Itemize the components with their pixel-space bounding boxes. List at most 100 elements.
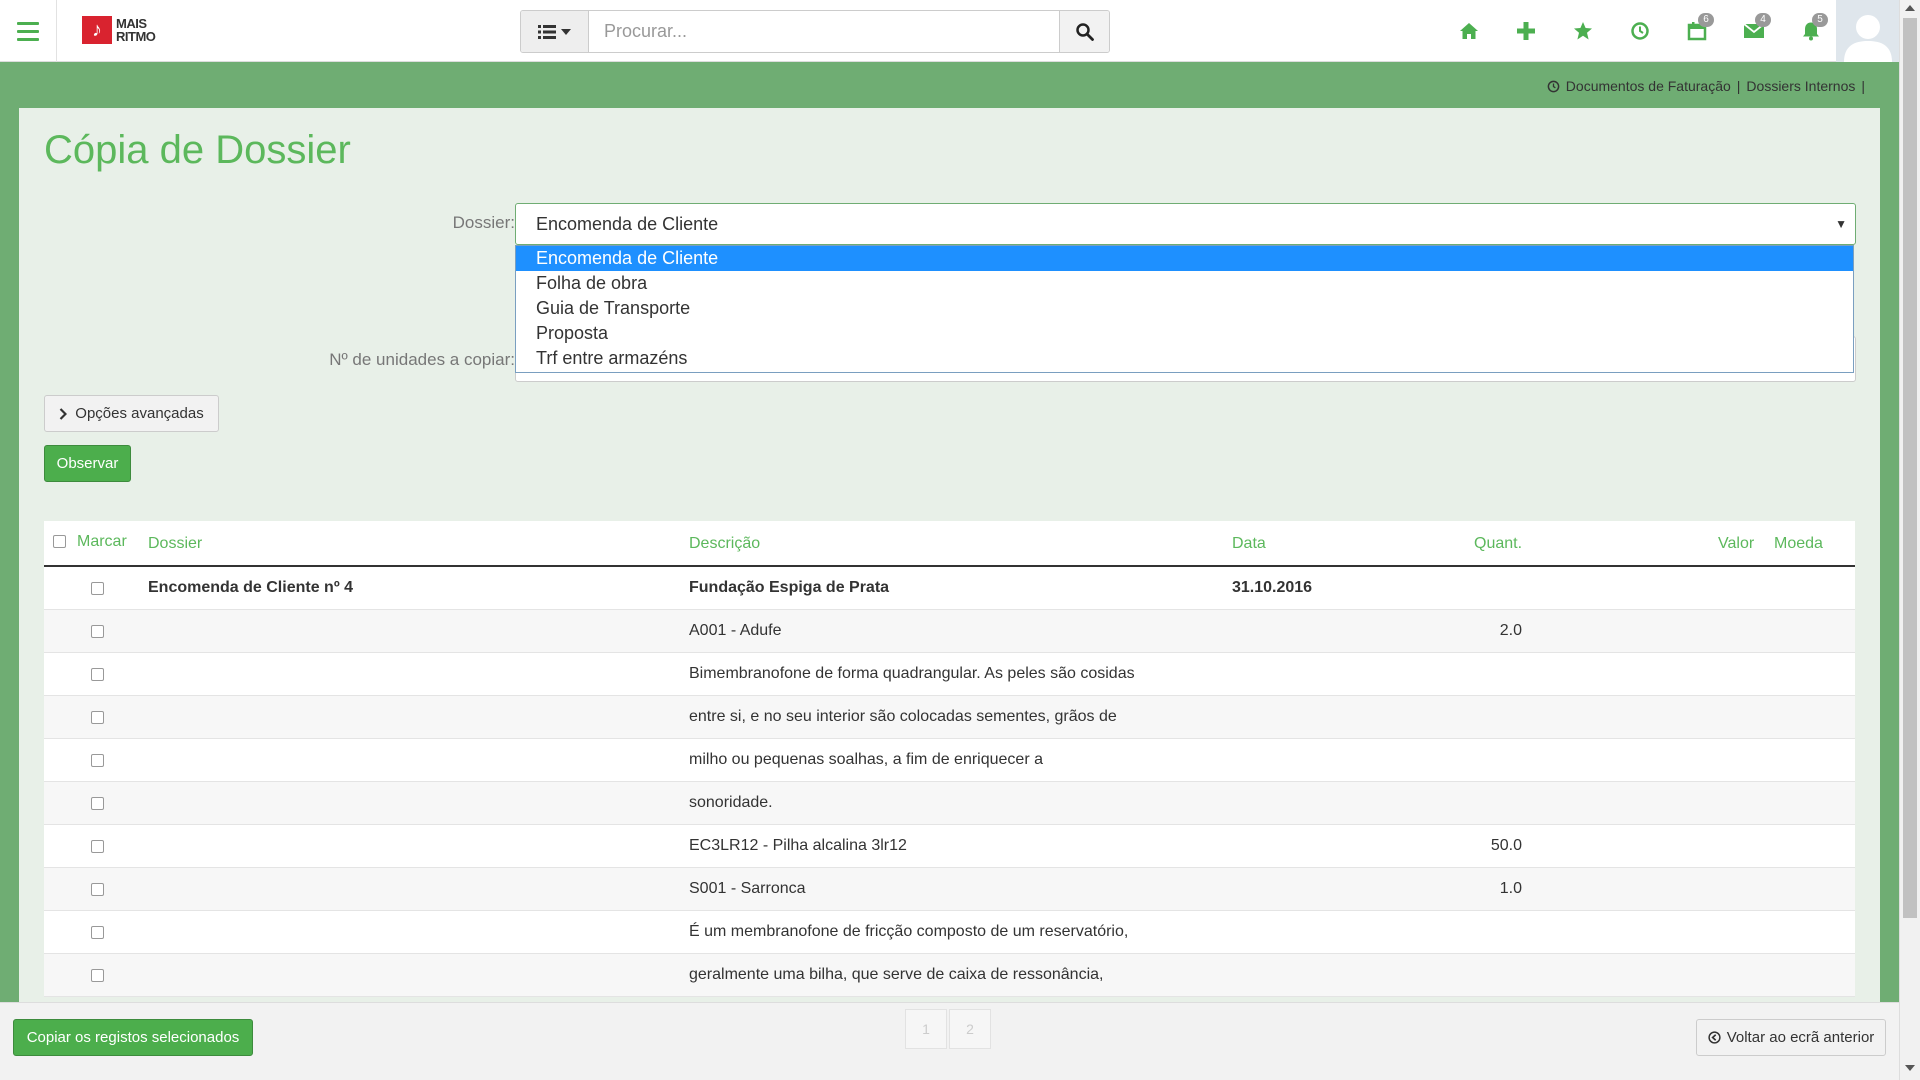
select-all-checkbox[interactable] <box>53 535 66 548</box>
scrollbar-thumb[interactable] <box>1903 18 1917 918</box>
table-row[interactable]: sonoridade. <box>44 782 1855 825</box>
table-row[interactable]: Bimembranofone de forma quadrangular. As… <box>44 653 1855 696</box>
footer-bar: Copiar os registos selecionados 1 2 Volt… <box>0 1002 1899 1080</box>
search-type-dropdown[interactable] <box>521 11 589 52</box>
row-checkbox[interactable] <box>91 711 104 724</box>
cell-date: 31.10.2016 <box>1232 579 1313 596</box>
header-value[interactable]: Valor <box>1718 535 1754 553</box>
scroll-up-arrow-icon[interactable] <box>1905 5 1915 11</box>
row-checkbox[interactable] <box>91 797 104 810</box>
home-icon[interactable] <box>1440 0 1497 62</box>
table-row[interactable]: Encomenda de Cliente nº 4 Fundação Espig… <box>44 567 1855 610</box>
search-input[interactable] <box>589 11 1059 52</box>
caret-down-icon <box>561 28 571 35</box>
dropdown-option-proposta[interactable]: Proposta <box>516 321 1853 346</box>
logo[interactable]: ♪ MAIS RITMO <box>82 16 156 44</box>
mail-badge: 4 <box>1755 13 1771 27</box>
page-2-button[interactable]: 2 <box>949 1009 991 1049</box>
breadcrumb-item-faturacao[interactable]: Documentos de Faturação <box>1566 78 1731 94</box>
chevron-right-icon <box>60 407 68 420</box>
page-title: Cópia de Dossier <box>44 128 351 172</box>
search-icon <box>1075 22 1094 41</box>
search-bar <box>520 10 1110 53</box>
table-header: Marcar Dossier Descrição Data Quant. Val… <box>44 521 1855 567</box>
plus-icon[interactable] <box>1497 0 1554 62</box>
cell-description: geralmente uma bilha, que serve de caixa… <box>689 966 1104 983</box>
clock-icon[interactable] <box>1611 0 1668 62</box>
cell-description: S001 - Sarronca <box>689 880 806 897</box>
row-checkbox[interactable] <box>91 668 104 681</box>
bell-icon[interactable]: 5 <box>1782 0 1839 62</box>
scroll-down-arrow-icon[interactable] <box>1905 1065 1915 1071</box>
page-1-button[interactable]: 1 <box>905 1009 947 1049</box>
header-date[interactable]: Data <box>1232 535 1266 553</box>
breadcrumb-separator: | <box>1861 78 1865 94</box>
cell-dossier: Encomenda de Cliente nº 4 <box>148 579 353 596</box>
dropdown-option-guia-transporte[interactable]: Guia de Transporte <box>516 296 1853 321</box>
row-checkbox[interactable] <box>91 582 104 595</box>
cell-description: sonoridade. <box>689 794 773 811</box>
calendar-icon[interactable]: 6 <box>1668 0 1725 62</box>
bell-badge: 5 <box>1812 13 1828 27</box>
cell-qty: 2.0 <box>1499 622 1522 639</box>
cell-description: entre si, e no seu interior são colocada… <box>689 708 1117 725</box>
table-row[interactable]: A001 - Adufe 2.0 <box>44 610 1855 653</box>
row-checkbox[interactable] <box>91 840 104 853</box>
table-row[interactable]: S001 - Sarronca 1.0 <box>44 868 1855 911</box>
row-checkbox[interactable] <box>91 883 104 896</box>
star-icon[interactable] <box>1554 0 1611 62</box>
breadcrumb-item-dossiers[interactable]: Dossiers Internos <box>1746 78 1855 94</box>
caret-down-icon: ▼ <box>1835 217 1847 231</box>
results-table: Marcar Dossier Descrição Data Quant. Val… <box>44 521 1855 997</box>
qty-label: Nº de unidades a copiar: <box>329 350 515 369</box>
back-button-label: Voltar ao ecrã anterior <box>1726 1029 1875 1046</box>
copy-selected-button[interactable]: Copiar os registos selecionados <box>13 1019 253 1056</box>
breadcrumb-separator: | <box>1736 78 1741 94</box>
nav-icons: 6 4 5 <box>1440 0 1839 62</box>
list-icon <box>538 24 556 39</box>
row-checkbox[interactable] <box>91 969 104 982</box>
header-description[interactable]: Descrição <box>689 535 760 553</box>
table-row[interactable]: EC3LR12 - Pilha alcalina 3lr12 50.0 <box>44 825 1855 868</box>
mail-icon[interactable]: 4 <box>1725 0 1782 62</box>
scrollbar[interactable] <box>1899 0 1920 1080</box>
advanced-options-label: Opções avançadas <box>75 405 204 422</box>
cell-description: A001 - Adufe <box>689 622 782 639</box>
row-checkbox[interactable] <box>91 754 104 767</box>
cell-description: Fundação Espiga de Prata <box>689 579 890 596</box>
breadcrumb: Documentos de Faturação | Dossiers Inter… <box>1547 78 1865 94</box>
table-row[interactable]: geralmente uma bilha, que serve de caixa… <box>44 954 1855 997</box>
main-panel: Cópia de Dossier Dossier: Encomenda de C… <box>19 108 1880 1080</box>
header-mark[interactable]: Marcar <box>77 533 127 551</box>
dossier-label: Dossier: <box>452 213 515 232</box>
avatar[interactable] <box>1836 0 1899 62</box>
top-bar: ♪ MAIS RITMO 6 <box>0 0 1899 62</box>
pagination: 1 2 <box>905 1009 991 1049</box>
dossier-select[interactable]: Encomenda de Cliente ▼ <box>515 203 1856 245</box>
back-circle-icon <box>1708 1031 1721 1044</box>
dropdown-option-encomenda[interactable]: Encomenda de Cliente <box>516 246 1853 271</box>
advanced-options-button[interactable]: Opções avançadas <box>44 395 219 432</box>
table-row[interactable]: É um membranofone de fricção composto de… <box>44 911 1855 954</box>
row-checkbox[interactable] <box>91 625 104 638</box>
cell-description: É um membranofone de fricção composto de… <box>689 923 1129 940</box>
search-button[interactable] <box>1059 11 1109 52</box>
cell-description: Bimembranofone de forma quadrangular. As… <box>689 665 1135 682</box>
clock-icon[interactable] <box>1547 80 1560 93</box>
header-dossier[interactable]: Dossier <box>148 535 202 553</box>
dropdown-option-folha-obra[interactable]: Folha de obra <box>516 271 1853 296</box>
music-note-icon: ♪ <box>82 16 112 44</box>
table-row[interactable]: entre si, e no seu interior são colocada… <box>44 696 1855 739</box>
menu-icon[interactable] <box>0 0 57 62</box>
cell-qty: 50.0 <box>1490 837 1522 854</box>
dossier-select-value: Encomenda de Cliente <box>536 214 719 234</box>
back-button[interactable]: Voltar ao ecrã anterior <box>1696 1019 1886 1056</box>
header-currency[interactable]: Moeda <box>1774 535 1823 553</box>
header-qty[interactable]: Quant. <box>1474 535 1522 553</box>
dossier-dropdown-list: Encomenda de Cliente Folha de obra Guia … <box>515 245 1854 373</box>
dropdown-option-trf-armazens[interactable]: Trf entre armazéns <box>516 346 1853 371</box>
calendar-badge: 6 <box>1698 13 1714 27</box>
row-checkbox[interactable] <box>91 926 104 939</box>
observe-button[interactable]: Observar <box>44 445 131 482</box>
table-row[interactable]: milho ou pequenas soalhas, a fim de enri… <box>44 739 1855 782</box>
